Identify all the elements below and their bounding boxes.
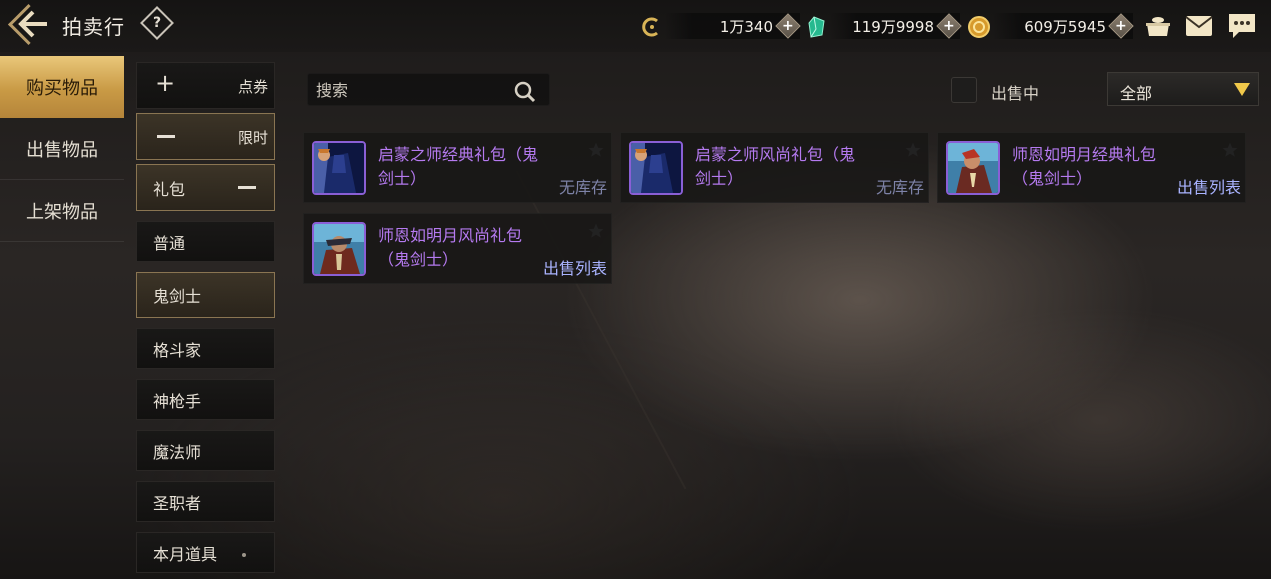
left-nav: 购买物品 出售物品 上架物品 (0, 56, 124, 242)
chevron-down-icon (1234, 83, 1250, 96)
currency-c-coin: 1万340 + (665, 13, 801, 39)
back-button[interactable] (8, 6, 54, 42)
search-icon[interactable] (513, 80, 537, 104)
item-card[interactable]: 启蒙之师风尚礼包（鬼剑士） 无库存 (620, 132, 929, 203)
item-status: 出售列表 (542, 259, 607, 278)
category-monthly-items[interactable]: 本月道具 (136, 532, 275, 573)
c-coin-icon (642, 17, 658, 37)
item-card[interactable]: 师恩如明月经典礼包（鬼剑士） 出售列表 (937, 132, 1246, 203)
item-status: 无库存 (558, 178, 607, 197)
dropdown-value: 全部 (1120, 84, 1153, 103)
currency-green-crystal: 119万9998 + (830, 13, 962, 39)
category-gunner[interactable]: 神枪手 (136, 379, 275, 420)
currency-amount: 119万9998 (852, 17, 934, 36)
item-name: 师恩如明月风尚礼包（鬼剑士） (378, 226, 523, 269)
add-c-coin-button[interactable]: + (775, 13, 801, 39)
category-list: + 点券 限时 礼包 普通 鬼剑士 格斗家 神枪手 魔法师 圣职者 本月道具 (136, 62, 276, 579)
favorite-star-icon[interactable] (904, 141, 922, 159)
favorite-star-icon[interactable] (587, 141, 605, 159)
on-sale-checkbox[interactable] (951, 77, 977, 103)
item-thumbnail (312, 141, 366, 195)
dot-icon (242, 553, 246, 557)
page-title: 拍卖行 (62, 15, 125, 39)
collapse-minus-icon (157, 135, 175, 138)
category-label: 本月道具 (153, 544, 218, 564)
currency-amount: 609万5945 (1024, 17, 1106, 36)
item-status: 无库存 (875, 178, 924, 197)
inventory-pot-icon[interactable] (1143, 12, 1173, 40)
mail-icon[interactable] (1185, 15, 1213, 37)
favorite-star-icon[interactable] (1221, 141, 1239, 159)
category-coupon[interactable]: + 点券 (136, 62, 275, 109)
help-icon[interactable]: ? (140, 6, 174, 40)
item-name: 启蒙之师经典礼包（鬼剑士） (378, 145, 539, 188)
gold-coin-icon (968, 16, 990, 38)
category-label: 点券 (237, 78, 268, 96)
category-mage[interactable]: 魔法师 (136, 430, 275, 471)
currency-amount: 1万340 (719, 17, 773, 36)
item-thumbnail (629, 141, 683, 195)
category-package[interactable]: 礼包 (136, 164, 275, 211)
favorite-star-icon[interactable] (587, 222, 605, 240)
item-card[interactable]: 师恩如明月风尚礼包（鬼剑士） 出售列表 (303, 213, 612, 284)
item-thumbnail (312, 222, 366, 276)
green-crystal-icon (808, 16, 825, 38)
nav-listed-items[interactable]: 上架物品 (0, 180, 124, 242)
item-name: 启蒙之师风尚礼包（鬼剑士） (695, 145, 856, 188)
add-crystal-button[interactable]: + (936, 13, 962, 39)
on-sale-label: 出售中 (991, 84, 1040, 103)
item-status: 出售列表 (1176, 178, 1241, 197)
category-priest[interactable]: 圣职者 (136, 481, 275, 522)
search-input[interactable] (316, 78, 506, 102)
chat-icon[interactable] (1227, 12, 1257, 40)
nav-sell-items[interactable]: 出售物品 (0, 118, 124, 180)
category-label: 限时 (237, 129, 268, 147)
collapse-minus-icon (238, 186, 256, 189)
filter-dropdown[interactable]: 全部 (1107, 72, 1259, 106)
category-label: 礼包 (153, 179, 186, 199)
top-bar: 拍卖行 ? 1万340 + 119万9998 + 609万5945 + (0, 0, 1271, 52)
item-thumbnail (946, 141, 1000, 195)
item-name: 师恩如明月经典礼包（鬼剑士） (1012, 145, 1157, 188)
category-ghost-swordsman[interactable]: 鬼剑士 (136, 272, 275, 318)
nav-buy-items[interactable]: 购买物品 (0, 56, 124, 118)
expand-plus-icon: + (155, 69, 176, 97)
category-fighter[interactable]: 格斗家 (136, 328, 275, 369)
back-arrow-icon (18, 10, 47, 38)
add-gold-button[interactable]: + (1108, 13, 1134, 39)
category-limited[interactable]: 限时 (136, 113, 275, 160)
currency-gold: 609万5945 + (993, 13, 1134, 39)
search-box (307, 73, 550, 106)
item-card[interactable]: 启蒙之师经典礼包（鬼剑士） 无库存 (303, 132, 612, 203)
category-normal[interactable]: 普通 (136, 221, 275, 262)
